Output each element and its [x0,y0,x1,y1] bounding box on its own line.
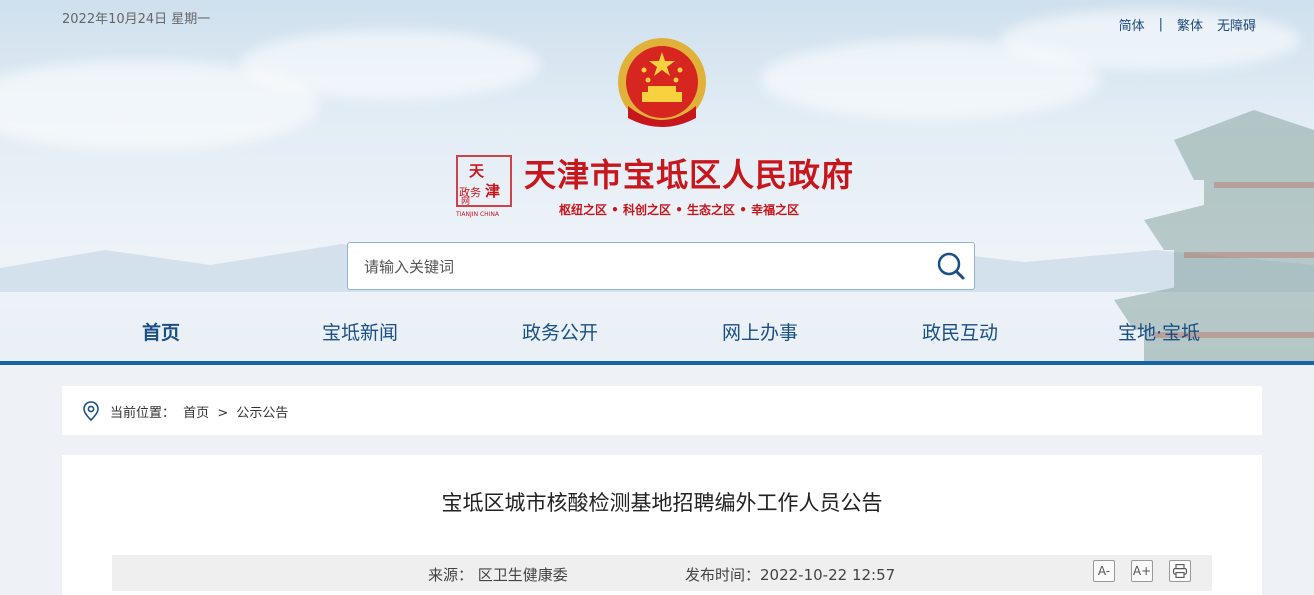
svg-text:TIANJIN CHINA: TIANJIN CHINA [455,211,500,218]
print-button[interactable] [1169,560,1191,582]
separator: | [1158,17,1163,32]
nav-baodi-land[interactable]: 宝地·宝坻 [1118,318,1200,345]
language-links: 简体 | 繁体 无障碍 [1119,15,1256,34]
font-increase-button[interactable]: A+ [1131,560,1153,582]
location-pin-icon [83,401,99,421]
nav-baodi-news[interactable]: 宝坻新闻 [322,318,398,345]
svg-text:网: 网 [461,196,470,207]
current-date: 2022年10月24日 星期一 [62,12,211,27]
nav-divider [0,361,1314,365]
tianjin-seal-icon: 天 津 政务 网 TIANJIN CHINA [455,155,512,218]
article-title: 宝坻区城市核酸检测基地招聘编外工作人员公告 [441,491,883,515]
nav-government-affairs[interactable]: 政务公开 [522,318,598,345]
site-slogan: 枢纽之区 • 科创之区 • 生态之区 • 幸福之区 [559,203,800,217]
nav-online-services[interactable]: 网上办事 [722,318,798,345]
national-emblem-icon [618,38,706,127]
article-source: 来源： 区卫生健康委 [428,566,568,584]
breadcrumb-label: 当前位置： [110,406,176,421]
simplified-link[interactable]: 简体 [1119,15,1145,34]
article-publish-time: 发布时间：2022-10-22 12:57 [685,566,896,584]
search-input[interactable] [362,255,926,279]
nav-public-interaction[interactable]: 政民互动 [922,318,998,345]
print-icon [1173,564,1187,578]
breadcrumb: 当前位置： 首页 > 公示公告 [62,386,1262,435]
traditional-link[interactable]: 繁体 [1177,15,1203,34]
search-icon[interactable] [936,251,966,281]
site-title: 天津市宝坻区人民政府 [524,156,855,194]
svg-text:天: 天 [469,162,485,180]
breadcrumb-separator: > [217,406,229,421]
breadcrumb-current[interactable]: 公示公告 [236,406,288,421]
nav-home[interactable]: 首页 [142,318,180,345]
font-decrease-button[interactable]: A- [1093,560,1115,582]
font-decrease-label: A- [1097,564,1111,578]
accessibility-link[interactable]: 无障碍 [1217,15,1256,34]
cloud-decoration [240,30,540,100]
article-panel: 宝坻区城市核酸检测基地招聘编外工作人员公告 来源： 区卫生健康委 发布时间：20… [62,455,1262,595]
article-meta-bar: 来源： 区卫生健康委 发布时间：2022-10-22 12:57 A- A+ [112,555,1212,591]
svg-text:津: 津 [485,182,500,200]
font-increase-label: A+ [1132,564,1152,578]
breadcrumb-home[interactable]: 首页 [183,406,209,421]
main-nav: 首页 宝坻新闻 政务公开 网上办事 政民互动 宝地·宝坻 [0,318,1314,348]
search-box [347,242,975,290]
